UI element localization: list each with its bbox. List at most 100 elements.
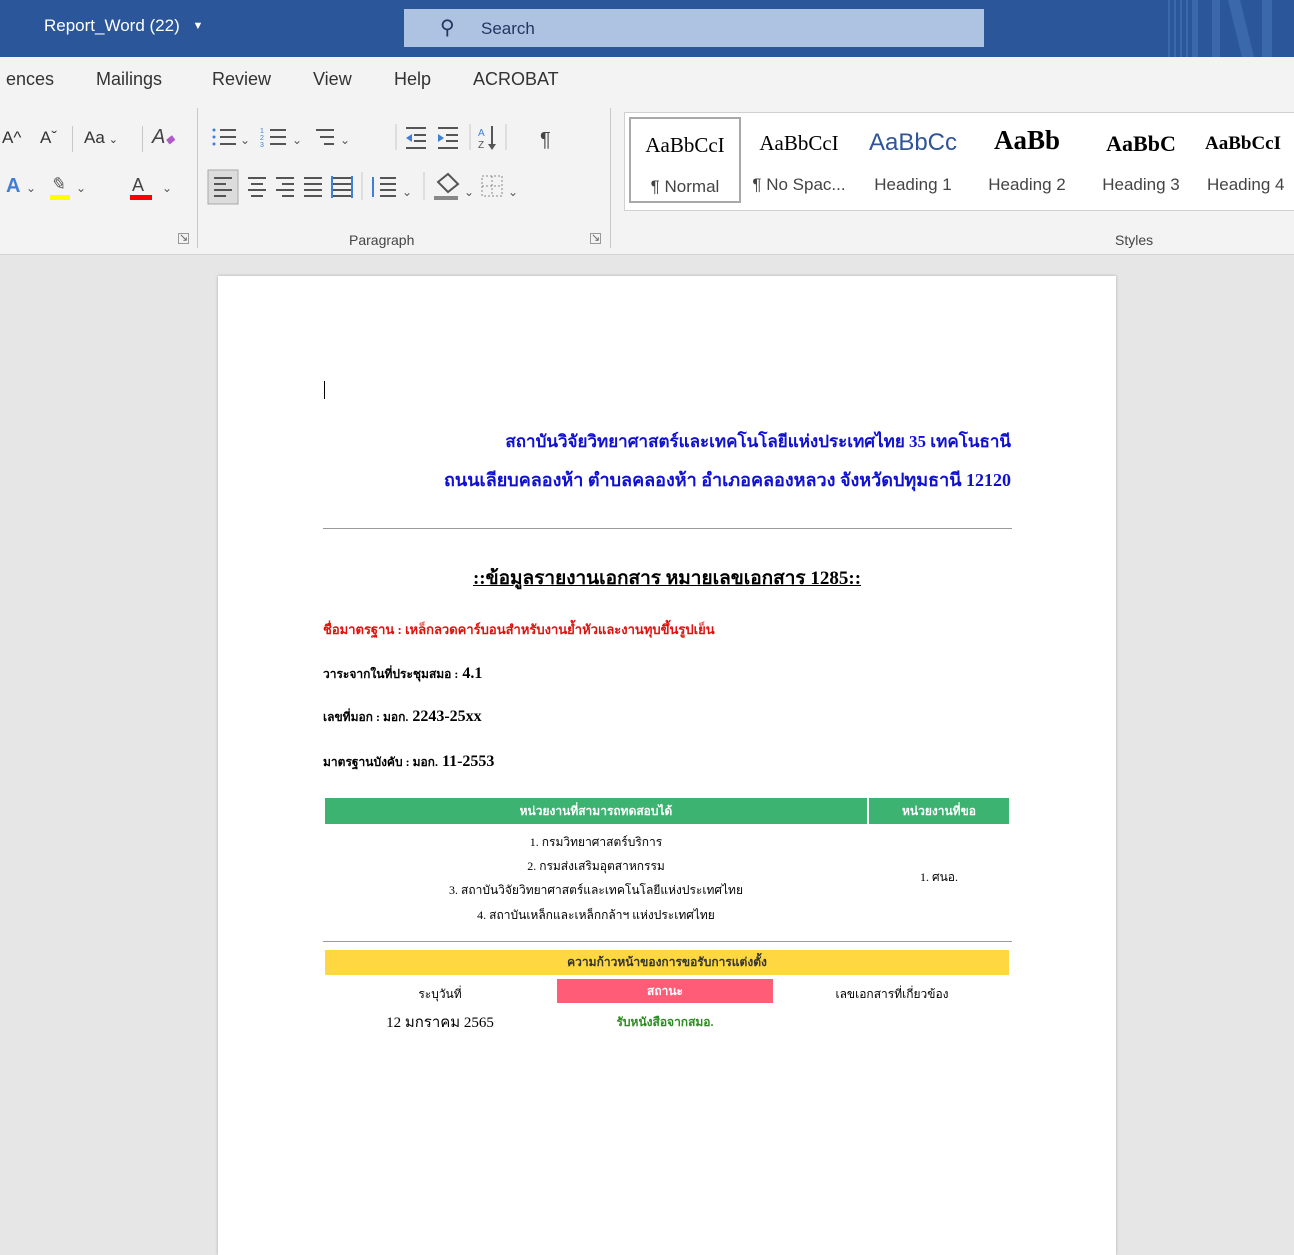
document-title: Report_Word (22): [44, 16, 180, 35]
style-heading-2[interactable]: AaBb Heading 2: [971, 117, 1083, 203]
eraser-icon: ◆: [165, 132, 175, 146]
chevron-down-icon: ⌄: [464, 185, 474, 199]
borders-button[interactable]: [481, 175, 503, 197]
svg-text:2: 2: [260, 135, 264, 142]
paragraph-group-label: Paragraph: [349, 232, 415, 248]
style-preview: AaBb: [993, 125, 1061, 155]
search-label: Search: [481, 19, 535, 38]
divider: [323, 528, 1012, 529]
clear-formatting-button[interactable]: A◆: [152, 126, 175, 149]
chevron-down-icon: ⌄: [508, 185, 518, 199]
date-header: ระบุวันที่: [418, 987, 462, 1001]
svg-text:A: A: [478, 128, 485, 139]
change-case-button[interactable]: Aa ⌄: [84, 128, 118, 148]
chevron-down-icon: ▼: [192, 20, 204, 32]
increase-indent-button[interactable]: [438, 127, 458, 149]
center-button[interactable]: [248, 177, 266, 197]
font-dialog-launcher-icon[interactable]: ↘: [178, 233, 189, 244]
sort-button[interactable]: A Z: [478, 126, 496, 151]
style-heading-3[interactable]: AaBbC Heading 3: [1085, 117, 1197, 203]
line-spacing-button[interactable]: [372, 177, 396, 197]
svg-text:1: 1: [260, 128, 264, 135]
tab-acrobat[interactable]: ACROBAT: [473, 69, 559, 90]
chevron-down-icon: ⌄: [340, 133, 350, 147]
font-color-button[interactable]: A ⌄: [130, 175, 172, 200]
related-docs-header: เลขเอกสารที่เกี่ยวข้อง: [835, 987, 949, 1001]
tab-references[interactable]: ences: [6, 69, 54, 90]
date-value: 12 มกราคม 2565: [386, 1015, 494, 1031]
svg-text:3: 3: [260, 142, 264, 149]
tab-review[interactable]: Review: [212, 69, 271, 90]
mandatory-standard-field: มาตรฐานบังคับ : มอก. 11-2553: [323, 753, 494, 772]
numbering-button[interactable]: 1 2 3: [260, 128, 286, 149]
agenda-field: วาระจากในที่ประชุมสมอ : 4.1: [323, 665, 482, 684]
highlight-color-swatch: [50, 195, 70, 200]
chevron-down-icon: ⌄: [108, 134, 119, 146]
separator: [72, 126, 73, 152]
multilevel-list-button[interactable]: [316, 129, 334, 145]
standard-name-text: ชื่อมาตรฐาน : เหล็กลวดคาร์บอนสำหรับงานย้…: [323, 622, 715, 637]
bullets-button[interactable]: [212, 128, 237, 146]
style-preview: AaBbCc: [868, 129, 958, 156]
distributed-button[interactable]: [331, 176, 353, 198]
agencies-header: หน่วยงานที่สามารถทดสอบได้: [325, 798, 867, 824]
style-heading-4[interactable]: AaBbCcI Heading 4: [1199, 117, 1294, 203]
search-box[interactable]: ⚲ Search: [404, 9, 984, 47]
agency-item: 2. กรมส่งเสริมอุตสาหกรรม: [527, 859, 665, 873]
paragraph-tools: ⌄ 1 2 3 ⌄ ⌄ A Z ¶ ⌄ ⌄ ⌄: [207, 124, 551, 205]
tis-number-label: เลขที่มอก : มอก.: [323, 710, 409, 724]
style-name: ¶ Normal: [650, 177, 720, 196]
separator: [142, 126, 143, 152]
document-title-button[interactable]: Report_Word (22) ▼: [44, 16, 203, 36]
style-name: Heading 1: [874, 175, 952, 194]
style-normal[interactable]: AaBbCcI ¶ Normal: [629, 117, 741, 203]
clear-formatting-icon: A: [152, 126, 166, 148]
chevron-down-icon: ⌄: [162, 181, 172, 195]
highlight-color-button[interactable]: ✎ ⌄: [50, 174, 86, 200]
font-color-icon: A: [132, 175, 144, 195]
document-page[interactable]: สถาบันวิจัยวิทยาศาสตร์และเทคโนโลยีแห่งปร…: [218, 276, 1116, 1255]
text-cursor: [324, 381, 325, 399]
show-formatting-marks-icon[interactable]: ¶: [540, 129, 551, 151]
font-color-swatch: [130, 195, 152, 200]
svg-text:Z: Z: [478, 140, 484, 151]
style-preview: AaBbCcI: [645, 133, 725, 157]
style-preview: AaBbC: [1106, 131, 1176, 156]
mandatory-standard-value: 11-2553: [441, 753, 495, 770]
align-right-button[interactable]: [276, 177, 294, 197]
chevron-down-icon: ⌄: [292, 133, 302, 147]
standard-name: ชื่อมาตรฐาน : เหล็กลวดคาร์บอนสำหรับงานย้…: [323, 619, 715, 640]
paragraph-dialog-launcher-icon[interactable]: ↘: [590, 233, 601, 244]
style-name: Heading 3: [1102, 175, 1180, 194]
tis-number-value: 2243-25xx: [412, 708, 482, 725]
search-icon: ⚲: [440, 17, 455, 39]
style-no-spacing[interactable]: AaBbCcI ¶ No Spac...: [743, 117, 855, 203]
agency-item: 4. สถาบันเหล็กและเหล็กกล้าฯ แห่งประเทศไท…: [477, 908, 715, 922]
style-heading-1[interactable]: AaBbCc Heading 1: [857, 117, 969, 203]
shading-button[interactable]: [434, 172, 460, 200]
justify-button[interactable]: [304, 177, 322, 197]
text-effects-icon: A: [6, 175, 20, 197]
group-separator: [610, 108, 611, 248]
styles-gallery: AaBbCcI ¶ Normal AaBbCcI ¶ No Spac... Aa…: [624, 112, 1294, 211]
style-preview: AaBbCcI: [1205, 133, 1282, 154]
grow-font-button[interactable]: A^: [2, 128, 21, 148]
mandatory-standard-label: มาตรฐานบังคับ : มอก.: [323, 755, 438, 769]
agenda-value: 4.1: [462, 665, 483, 682]
decrease-indent-button[interactable]: [406, 127, 426, 149]
agency-item: 3. สถาบันวิจัยวิทยาศาสตร์และเทคโนโลยีแห่…: [449, 883, 743, 897]
shrink-font-button[interactable]: Aˇ: [40, 128, 57, 148]
requester-value: 1. ศนอ.: [919, 870, 959, 884]
agenda-label: วาระจากในที่ประชุมสมอ :: [323, 667, 459, 681]
text-effects-button[interactable]: A ⌄: [6, 175, 36, 197]
tab-view[interactable]: View: [313, 69, 352, 90]
status-header: สถานะ: [557, 979, 773, 1003]
tab-mailings[interactable]: Mailings: [96, 69, 162, 90]
align-left-button[interactable]: [207, 169, 239, 205]
style-preview: AaBbCcI: [759, 131, 839, 155]
highlighter-icon: ✎: [50, 174, 65, 194]
ribbon-tab-bar: ences Mailings Review View Help ACROBAT: [0, 57, 1294, 102]
tab-help[interactable]: Help: [394, 69, 431, 90]
progress-title: ความก้าวหน้าของการขอรับการแต่งตั้ง: [325, 950, 1009, 975]
chevron-down-icon: ⌄: [76, 181, 86, 195]
